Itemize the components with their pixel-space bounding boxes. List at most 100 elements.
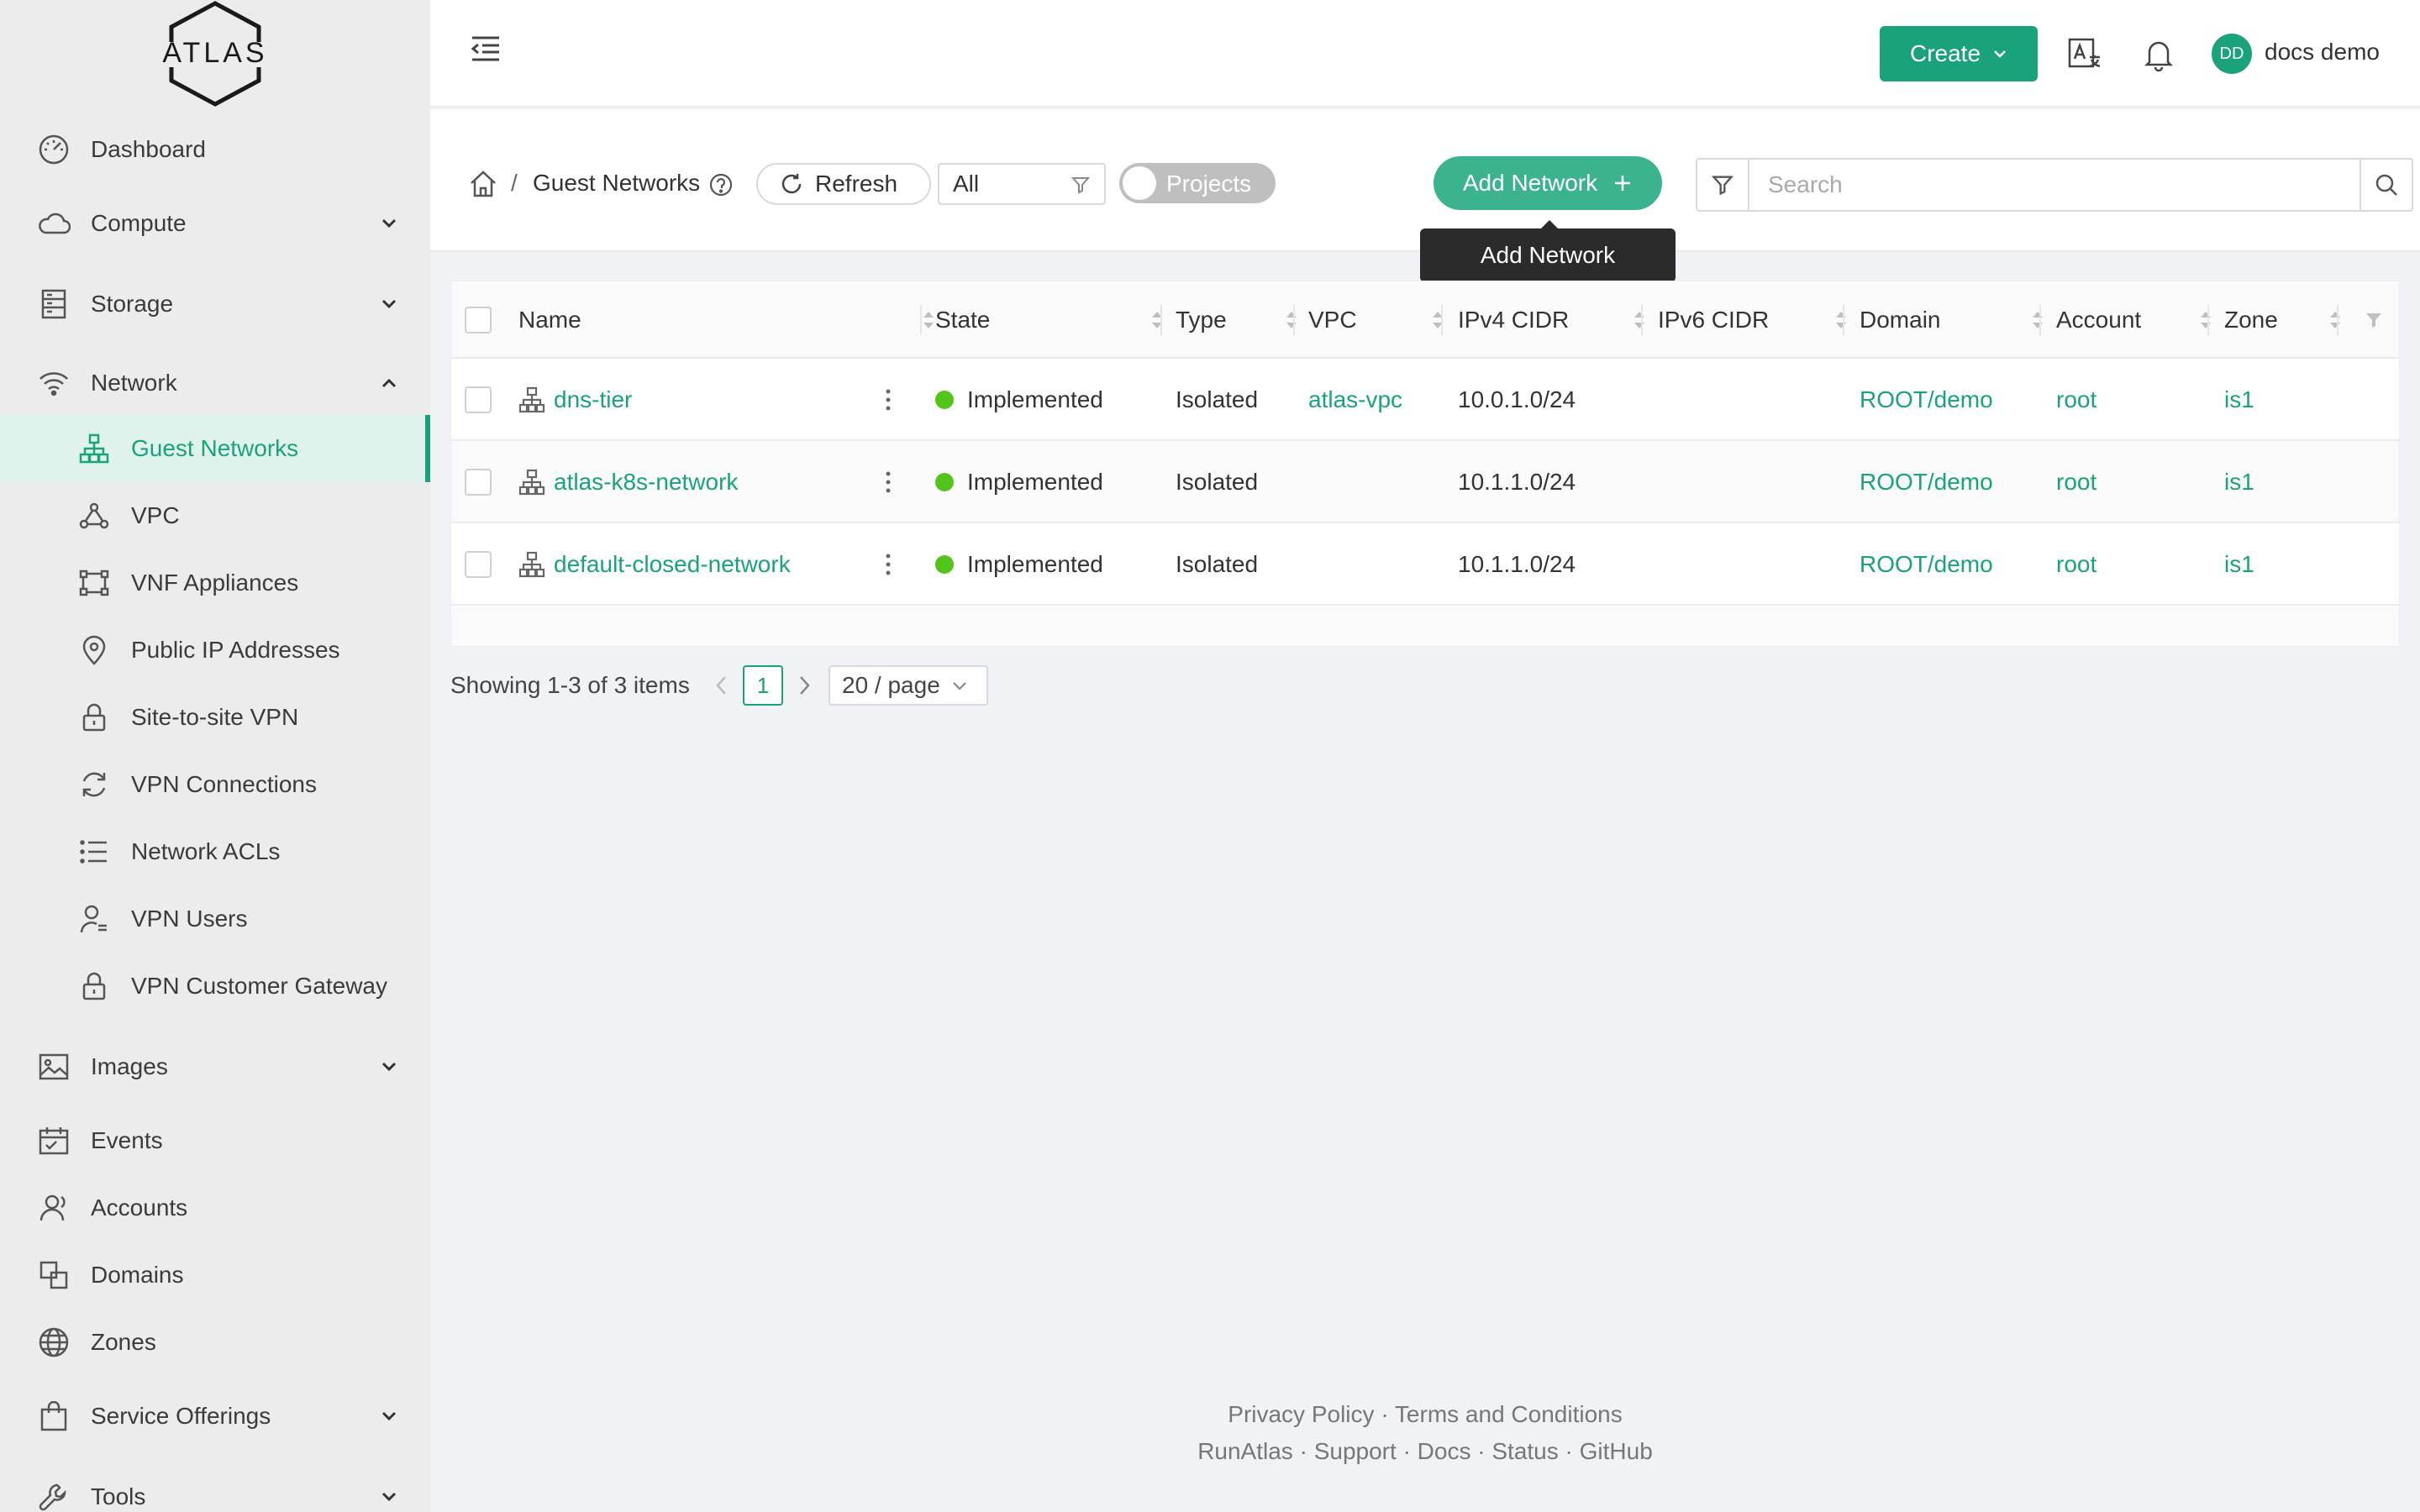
search-filter-button[interactable]	[1696, 158, 1749, 212]
network-name-link[interactable]: atlas-k8s-network	[518, 441, 738, 523]
column-header-label: IPv6 CIDR	[1658, 307, 1770, 333]
table-row[interactable]: default-closed-network Implemented Isola…	[451, 523, 2399, 606]
account-link[interactable]: root	[2056, 523, 2096, 606]
bell-icon[interactable]	[2141, 37, 2176, 72]
sidebar-item-public-ip[interactable]: Public IP Addresses	[0, 617, 430, 684]
terms-link[interactable]: Terms and Conditions	[1395, 1401, 1623, 1427]
zone-link[interactable]: is1	[2224, 441, 2254, 523]
pagination-page-1[interactable]: 1	[743, 665, 783, 706]
refresh-button[interactable]: Refresh	[756, 163, 931, 205]
search-icon	[2375, 174, 2397, 196]
search-button[interactable]	[2360, 158, 2413, 212]
sidebar-item-vpn-connections[interactable]: VPN Connections	[0, 751, 430, 818]
select-all-checkbox[interactable]	[465, 307, 492, 333]
more-actions-icon[interactable]	[878, 548, 898, 581]
column-header-type[interactable]: Type	[1176, 281, 1310, 359]
column-header-account[interactable]: Account	[2056, 281, 2224, 359]
row-checkbox[interactable]	[465, 551, 492, 578]
network-icon	[518, 469, 545, 496]
column-header-zone[interactable]: Zone	[2224, 281, 2354, 359]
chevron-down-icon	[953, 682, 966, 690]
atlas-logo[interactable]: ATLAS	[160, 0, 271, 108]
filter-icon	[1711, 176, 1734, 196]
vpc-link[interactable]: atlas-vpc	[1308, 359, 1402, 441]
network-name: dns-tier	[554, 386, 633, 412]
sidebar-item-network-acls[interactable]: Network ACLs	[0, 818, 430, 885]
translate-icon[interactable]	[2067, 37, 2102, 72]
docs-link[interactable]: Docs	[1418, 1438, 1471, 1464]
table-row[interactable]: dns-tier Implemented Isolated atlas-vpc …	[451, 359, 2399, 441]
wrench-icon	[37, 1480, 71, 1512]
more-actions-icon[interactable]	[878, 465, 898, 499]
user-settings-icon	[77, 902, 111, 936]
sidebar-item-storage[interactable]: Storage	[0, 270, 430, 338]
filter-select[interactable]: All	[938, 163, 1106, 205]
sidebar-item-tools[interactable]: Tools	[0, 1463, 430, 1512]
zone-link[interactable]: is1	[2224, 359, 2254, 441]
account-link[interactable]: root	[2056, 359, 2096, 441]
chevron-down-icon	[381, 299, 397, 309]
add-network-button[interactable]: Add Network	[1434, 156, 1662, 210]
privacy-policy-link[interactable]: Privacy Policy	[1228, 1401, 1374, 1427]
sidebar-item-dashboard[interactable]: Dashboard	[0, 116, 430, 183]
domain-link[interactable]: ROOT/demo	[1860, 523, 1993, 606]
column-header-name[interactable]: Name	[518, 281, 947, 359]
network-icon	[77, 432, 111, 465]
sidebar-item-network[interactable]: Network	[0, 349, 430, 417]
zone-link[interactable]: is1	[2224, 523, 2254, 606]
sidebar-item-compute[interactable]: Compute	[0, 190, 430, 257]
pagination-summary: Showing 1-3 of 3 items	[450, 672, 690, 698]
sidebar-item-vpn-customer-gateway[interactable]: VPN Customer Gateway	[0, 953, 430, 1020]
sidebar-item-guest-networks[interactable]: Guest Networks	[0, 415, 430, 482]
avatar[interactable]: DD	[2212, 34, 2252, 74]
domain-link[interactable]: ROOT/demo	[1860, 359, 1993, 441]
home-icon[interactable]	[469, 170, 497, 198]
reload-icon	[781, 174, 802, 194]
domain-link[interactable]: ROOT/demo	[1860, 441, 1993, 523]
sidebar-item-service-offerings[interactable]: Service Offerings	[0, 1383, 430, 1450]
network-name-link[interactable]: dns-tier	[518, 359, 632, 441]
sidebar-item-label: Images	[91, 1053, 168, 1079]
chevron-left-icon[interactable]	[709, 670, 734, 701]
more-actions-icon[interactable]	[878, 383, 898, 417]
sidebar-item-site-to-site-vpn[interactable]: Site-to-site VPN	[0, 684, 430, 751]
question-circle-icon[interactable]	[709, 173, 733, 197]
status-dot	[935, 473, 954, 491]
user-name[interactable]: docs demo	[2265, 39, 2380, 66]
support-link[interactable]: Support	[1314, 1438, 1397, 1464]
column-header-state[interactable]: State	[935, 281, 1176, 359]
column-filter-icon[interactable]	[2364, 310, 2384, 330]
network-name-link[interactable]: default-closed-network	[518, 523, 791, 606]
sidebar-item-label: Events	[91, 1127, 163, 1153]
row-checkbox[interactable]	[465, 469, 492, 496]
column-header-ipv6-cidr[interactable]: IPv6 CIDR	[1658, 281, 1860, 359]
sidebar-item-domains[interactable]: Domains	[0, 1242, 430, 1309]
github-link[interactable]: GitHub	[1580, 1438, 1653, 1464]
page-size-select[interactable]: 20 / page	[829, 665, 988, 706]
account-link[interactable]: root	[2056, 441, 2096, 523]
projects-toggle[interactable]: Projects	[1119, 163, 1276, 203]
storage-icon	[37, 287, 71, 321]
column-header-domain[interactable]: Domain	[1860, 281, 2056, 359]
sidebar-item-vpn-users[interactable]: VPN Users	[0, 885, 430, 953]
column-header-vpc[interactable]: VPC	[1308, 281, 1456, 359]
sidebar-item-images[interactable]: Images	[0, 1033, 430, 1100]
calendar-icon	[37, 1124, 71, 1158]
sidebar-item-vpc[interactable]: VPC	[0, 482, 430, 549]
create-button[interactable]: Create	[1880, 26, 2038, 81]
column-header-ipv4-cidr[interactable]: IPv4 CIDR	[1458, 281, 1658, 359]
row-checkbox[interactable]	[465, 386, 492, 413]
menu-fold-icon[interactable]	[469, 32, 502, 66]
chevron-right-icon[interactable]	[792, 670, 817, 701]
sidebar-item-vnf-appliances[interactable]: VNF Appliances	[0, 549, 430, 617]
cloud-icon	[37, 207, 71, 240]
table-row[interactable]: atlas-k8s-network Implemented Isolated 1…	[451, 441, 2399, 523]
runatlas-link[interactable]: RunAtlas	[1197, 1438, 1293, 1464]
status-link[interactable]: Status	[1491, 1438, 1558, 1464]
sidebar-item-zones[interactable]: Zones	[0, 1309, 430, 1376]
search-input[interactable]	[1748, 158, 2361, 212]
sidebar-item-events[interactable]: Events	[0, 1107, 430, 1174]
ipv4-cell: 10.1.1.0/24	[1458, 469, 1576, 495]
column-divider	[1160, 305, 1162, 335]
sidebar-item-accounts[interactable]: Accounts	[0, 1174, 430, 1242]
